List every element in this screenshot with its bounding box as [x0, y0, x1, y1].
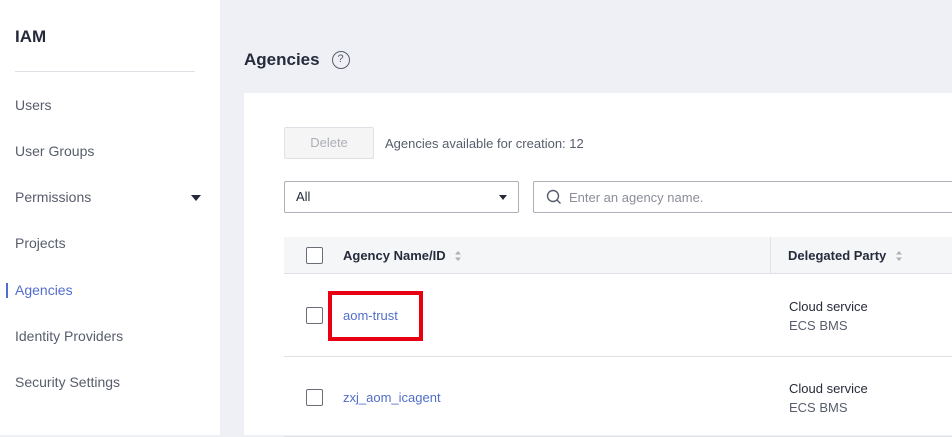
sort-icon[interactable]: [454, 250, 462, 262]
row-checkbox[interactable]: [306, 389, 323, 406]
party-value: ECS BMS: [789, 400, 848, 415]
quota-text: Agencies available for creation: 12: [385, 136, 584, 151]
filter-select[interactable]: All: [284, 181, 519, 213]
sidebar-item-security-settings[interactable]: Security Settings: [15, 374, 210, 390]
sidebar-item-label: Security Settings: [15, 374, 121, 390]
sidebar-item-identity-providers[interactable]: Identity Providers: [15, 328, 210, 344]
column-header-label: Delegated Party: [788, 248, 887, 263]
sidebar-item-label: User Groups: [15, 143, 95, 159]
delete-button[interactable]: Delete: [284, 127, 374, 159]
main-content: Agencies ? Delete Agencies available for…: [220, 0, 952, 437]
agency-name-link[interactable]: zxj_aom_icagent: [343, 390, 441, 405]
table-row: aom-trust Cloud service ECS BMS: [284, 275, 952, 357]
row-checkbox[interactable]: [306, 307, 323, 324]
delegated-party: Cloud service ECS BMS: [789, 379, 868, 417]
column-divider: [770, 237, 771, 274]
sort-icon[interactable]: [895, 250, 903, 262]
party-value: ECS BMS: [789, 318, 848, 333]
help-icon[interactable]: ?: [331, 51, 350, 69]
sidebar-item-permissions[interactable]: Permissions: [15, 189, 210, 205]
sidebar-divider: [15, 71, 195, 72]
search-icon: [546, 189, 561, 204]
page-title: Agencies ?: [244, 50, 350, 70]
table-header: Agency Name/ID Delegated Party: [284, 237, 952, 274]
column-header-delegated-party[interactable]: Delegated Party: [788, 237, 903, 274]
party-type: Cloud service: [789, 381, 868, 396]
delegated-party: Cloud service ECS BMS: [789, 297, 868, 335]
sidebar-item-label: Users: [15, 97, 52, 113]
search-box[interactable]: [533, 181, 952, 213]
sidebar-item-label: Identity Providers: [15, 328, 124, 344]
filter-select-value: All: [296, 189, 311, 204]
table-row: zxj_aom_icagent Cloud service ECS BMS: [284, 357, 952, 437]
sidebar-item-users[interactable]: Users: [15, 97, 210, 113]
sidebar-title: IAM: [15, 27, 47, 46]
sidebar-item-agencies[interactable]: Agencies: [6, 282, 210, 298]
agencies-panel: Delete Agencies available for creation: …: [244, 93, 952, 437]
column-header-label: Agency Name/ID: [343, 248, 446, 263]
sidebar-item-label: Projects: [15, 235, 66, 251]
active-indicator: [6, 283, 8, 298]
party-type: Cloud service: [789, 299, 868, 314]
select-all-checkbox[interactable]: [306, 247, 323, 264]
search-input[interactable]: [569, 189, 949, 205]
sidebar-item-label: Agencies: [15, 282, 73, 298]
caret-down-icon[interactable]: [191, 195, 201, 201]
sidebar-item-label: Permissions: [15, 189, 92, 205]
sidebar-item-user-groups[interactable]: User Groups: [15, 143, 210, 159]
sidebar-item-projects[interactable]: Projects: [15, 235, 210, 251]
page-title-text: Agencies: [244, 50, 320, 69]
caret-down-icon: [499, 195, 507, 200]
column-header-agency-name[interactable]: Agency Name/ID: [343, 237, 462, 274]
sidebar: IAM Users User Groups Permissions Projec…: [0, 0, 220, 435]
agency-name-link[interactable]: aom-trust: [343, 308, 398, 323]
